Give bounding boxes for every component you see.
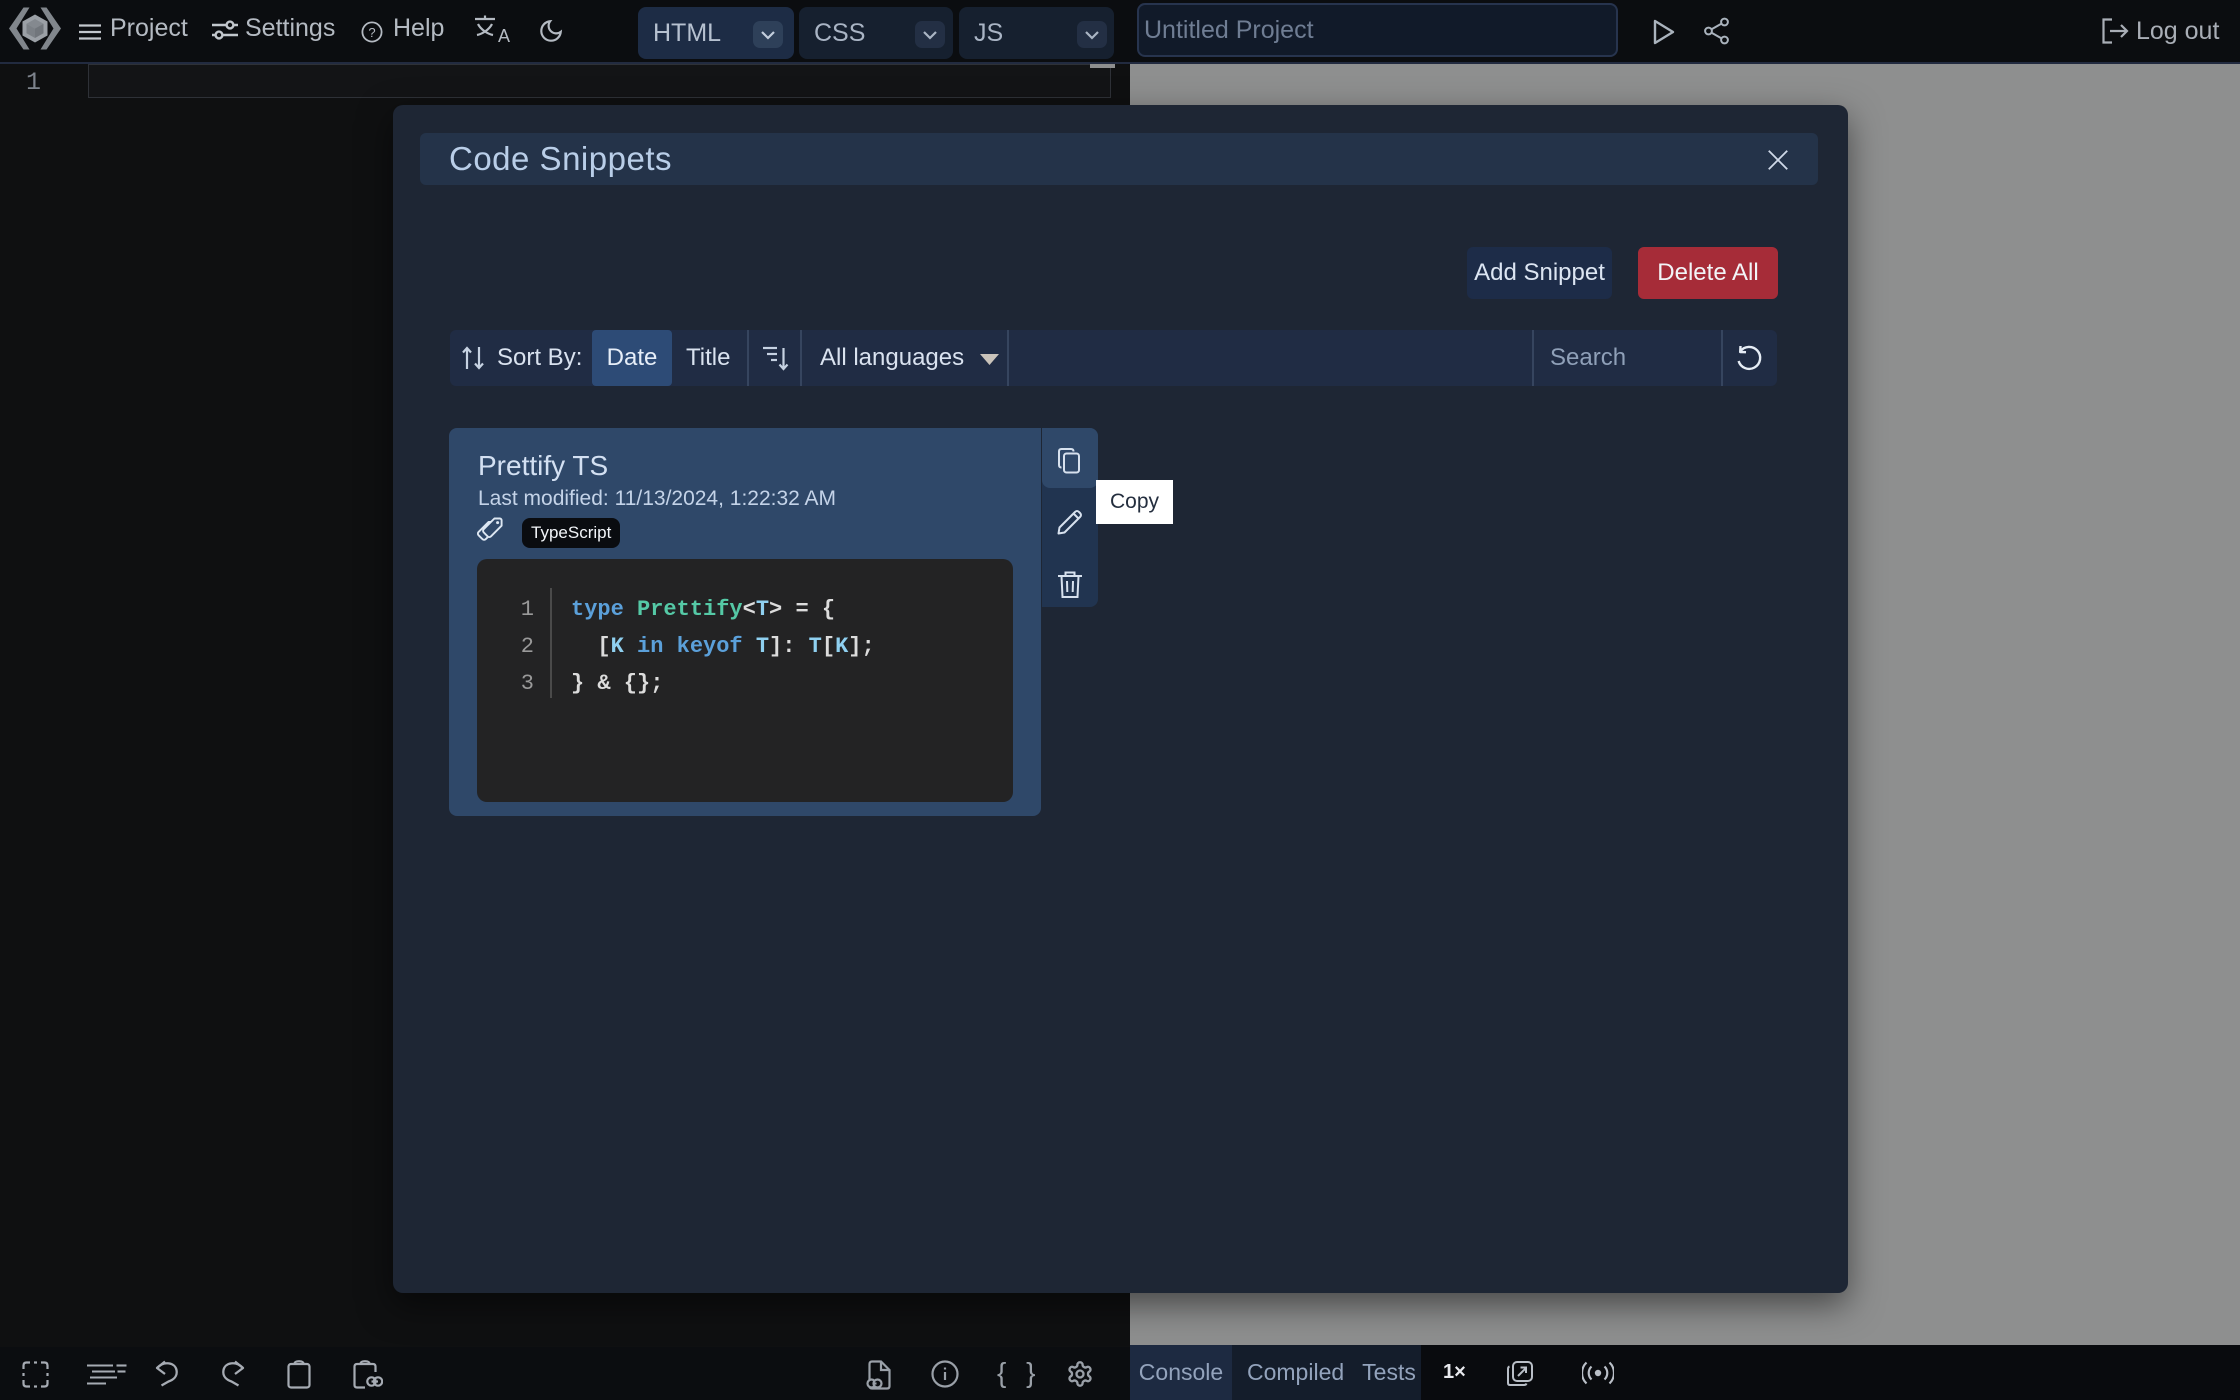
svg-text:?: ? bbox=[368, 25, 375, 40]
svg-text:A: A bbox=[498, 26, 510, 46]
